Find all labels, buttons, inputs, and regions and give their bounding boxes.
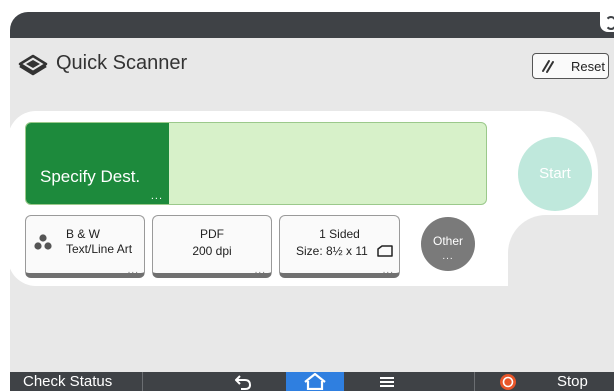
sided-label: 1 Sided <box>319 227 360 241</box>
back-arrow-icon[interactable] <box>234 374 252 390</box>
user-icon[interactable] <box>600 12 614 32</box>
paper-size-label: Size: 8½ x 11 <box>296 244 368 258</box>
reset-button[interactable]: Reset <box>532 53 609 79</box>
stop-icon[interactable] <box>499 373 517 391</box>
stop-button[interactable]: Stop <box>557 373 588 390</box>
original-orientation-icon <box>377 245 393 257</box>
more-indicator: ... <box>254 265 266 276</box>
app-title: Quick Scanner <box>56 52 188 74</box>
menu-icon[interactable] <box>379 376 395 388</box>
color-dots-icon <box>34 234 52 250</box>
start-button[interactable]: Start <box>518 137 592 211</box>
divider <box>474 372 475 391</box>
app-header: Quick Scanner Reset <box>10 38 614 86</box>
reset-icon <box>542 60 554 73</box>
more-indicator: ... <box>127 265 139 276</box>
resolution-label: 200 dpi <box>192 244 232 258</box>
specify-destination-label: Specify Dest. <box>40 167 141 186</box>
destination-field[interactable]: Specify Dest. ... <box>25 122 487 205</box>
file-type-setting-button[interactable]: PDF 200 dpi ... <box>152 215 272 278</box>
divider <box>142 372 143 391</box>
specify-destination-button[interactable]: Specify Dest. ... <box>26 123 169 204</box>
bottom-navigation-bar: Check Status Stop <box>10 372 614 391</box>
color-mode-label: B & W <box>66 227 101 241</box>
file-type-label: PDF <box>200 227 224 241</box>
other-settings-button[interactable]: Other ... <box>421 217 475 271</box>
home-icon <box>304 373 326 390</box>
original-setting-button[interactable]: 1 Sided Size: 8½ x 11 ... <box>279 215 400 278</box>
scanner-icon <box>18 54 48 76</box>
check-status-button[interactable]: Check Status <box>23 373 112 390</box>
home-button[interactable] <box>286 372 344 391</box>
reset-label: Reset <box>571 59 605 74</box>
original-type-label: Text/Line Art <box>66 242 133 256</box>
status-bar <box>10 12 614 38</box>
panel-notch <box>508 215 600 287</box>
more-indicator: ... <box>150 190 163 202</box>
other-label: Other <box>432 234 463 248</box>
start-label: Start <box>539 165 571 182</box>
more-indicator: ... <box>382 265 394 276</box>
more-indicator: ... <box>442 251 454 262</box>
color-mode-setting-button[interactable]: B & W Text/Line Art ... <box>25 215 145 278</box>
